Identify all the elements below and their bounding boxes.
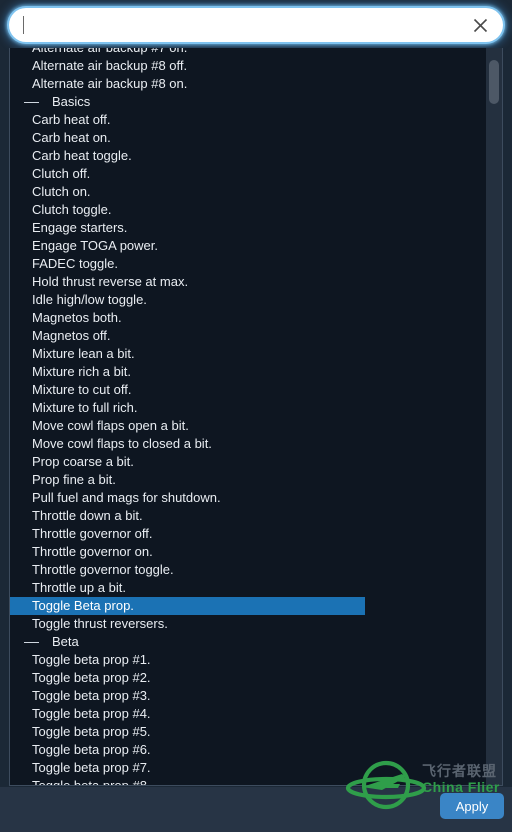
search-field-container[interactable]: [9, 8, 503, 42]
list-item[interactable]: Throttle governor off.: [10, 525, 486, 543]
command-list-viewport: Alternate air backup #7 on.Alternate air…: [10, 48, 486, 785]
assignment-dialog: Alternate air backup #7 on.Alternate air…: [0, 0, 512, 832]
list-item[interactable]: Alternate air backup #8 on.: [10, 75, 486, 93]
footer-bar: Apply: [0, 786, 512, 832]
list-item[interactable]: Prop fine a bit.: [10, 471, 486, 489]
command-list-panel: Alternate air backup #7 on.Alternate air…: [9, 48, 503, 786]
list-item[interactable]: Idle high/low toggle.: [10, 291, 486, 309]
list-item[interactable]: Clutch on.: [10, 183, 486, 201]
list-item[interactable]: Move cowl flaps to closed a bit.: [10, 435, 486, 453]
list-item[interactable]: Toggle beta prop #2.: [10, 669, 486, 687]
list-item[interactable]: Toggle beta prop #3.: [10, 687, 486, 705]
list-item[interactable]: Engage starters.: [10, 219, 486, 237]
list-item[interactable]: Magnetos both.: [10, 309, 486, 327]
list-item[interactable]: Clutch toggle.: [10, 201, 486, 219]
list-category-label: Basics: [52, 94, 91, 109]
list-item[interactable]: Throttle governor toggle.: [10, 561, 486, 579]
list-item[interactable]: Mixture lean a bit.: [10, 345, 486, 363]
vertical-scrollbar-thumb[interactable]: [489, 59, 499, 104]
list-item[interactable]: Toggle beta prop #7.: [10, 759, 486, 777]
list-item[interactable]: Toggle thrust reversers.: [10, 615, 486, 633]
apply-button[interactable]: Apply: [440, 793, 504, 819]
list-item[interactable]: Alternate air backup #7 on.: [10, 48, 486, 57]
list-item[interactable]: Clutch off.: [10, 165, 486, 183]
category-dash-icon: [24, 641, 39, 643]
list-item[interactable]: Toggle beta prop #1.: [10, 651, 486, 669]
list-item[interactable]: FADEC toggle.: [10, 255, 486, 273]
list-item[interactable]: Carb heat off.: [10, 111, 486, 129]
list-item[interactable]: Hold thrust reverse at max.: [10, 273, 486, 291]
list-item[interactable]: Throttle up a bit.: [10, 579, 486, 597]
list-item[interactable]: Alternate air backup #8 off.: [10, 57, 486, 75]
list-item[interactable]: Toggle beta prop #8.: [10, 777, 486, 785]
list-category-header: Beta: [10, 633, 486, 651]
vertical-scrollbar-track[interactable]: [486, 48, 502, 785]
list-item[interactable]: Pull fuel and mags for shutdown.: [10, 489, 486, 507]
list-item[interactable]: Prop coarse a bit.: [10, 453, 486, 471]
list-item[interactable]: Throttle down a bit.: [10, 507, 486, 525]
list-item[interactable]: Move cowl flaps open a bit.: [10, 417, 486, 435]
list-item[interactable]: Carb heat toggle.: [10, 147, 486, 165]
list-item-selected[interactable]: Toggle Beta prop.: [10, 597, 365, 615]
list-item[interactable]: Engage TOGA power.: [10, 237, 486, 255]
list-item[interactable]: Throttle governor on.: [10, 543, 486, 561]
close-x-icon[interactable]: [467, 12, 493, 38]
list-category-header: Basics: [10, 93, 486, 111]
search-bar: [0, 0, 512, 48]
list-item[interactable]: Carb heat on.: [10, 129, 486, 147]
list-item[interactable]: Toggle beta prop #4.: [10, 705, 486, 723]
list-item[interactable]: Magnetos off.: [10, 327, 486, 345]
list-item[interactable]: Mixture to full rich.: [10, 399, 486, 417]
command-list: Alternate air backup #7 on.Alternate air…: [10, 48, 486, 785]
text-caret: [23, 16, 24, 34]
list-item[interactable]: Mixture rich a bit.: [10, 363, 486, 381]
list-item[interactable]: Mixture to cut off.: [10, 381, 486, 399]
category-dash-icon: [24, 101, 39, 103]
list-item[interactable]: Toggle beta prop #6.: [10, 741, 486, 759]
search-input[interactable]: [23, 12, 467, 38]
list-item[interactable]: Toggle beta prop #5.: [10, 723, 486, 741]
list-category-label: Beta: [52, 634, 79, 649]
